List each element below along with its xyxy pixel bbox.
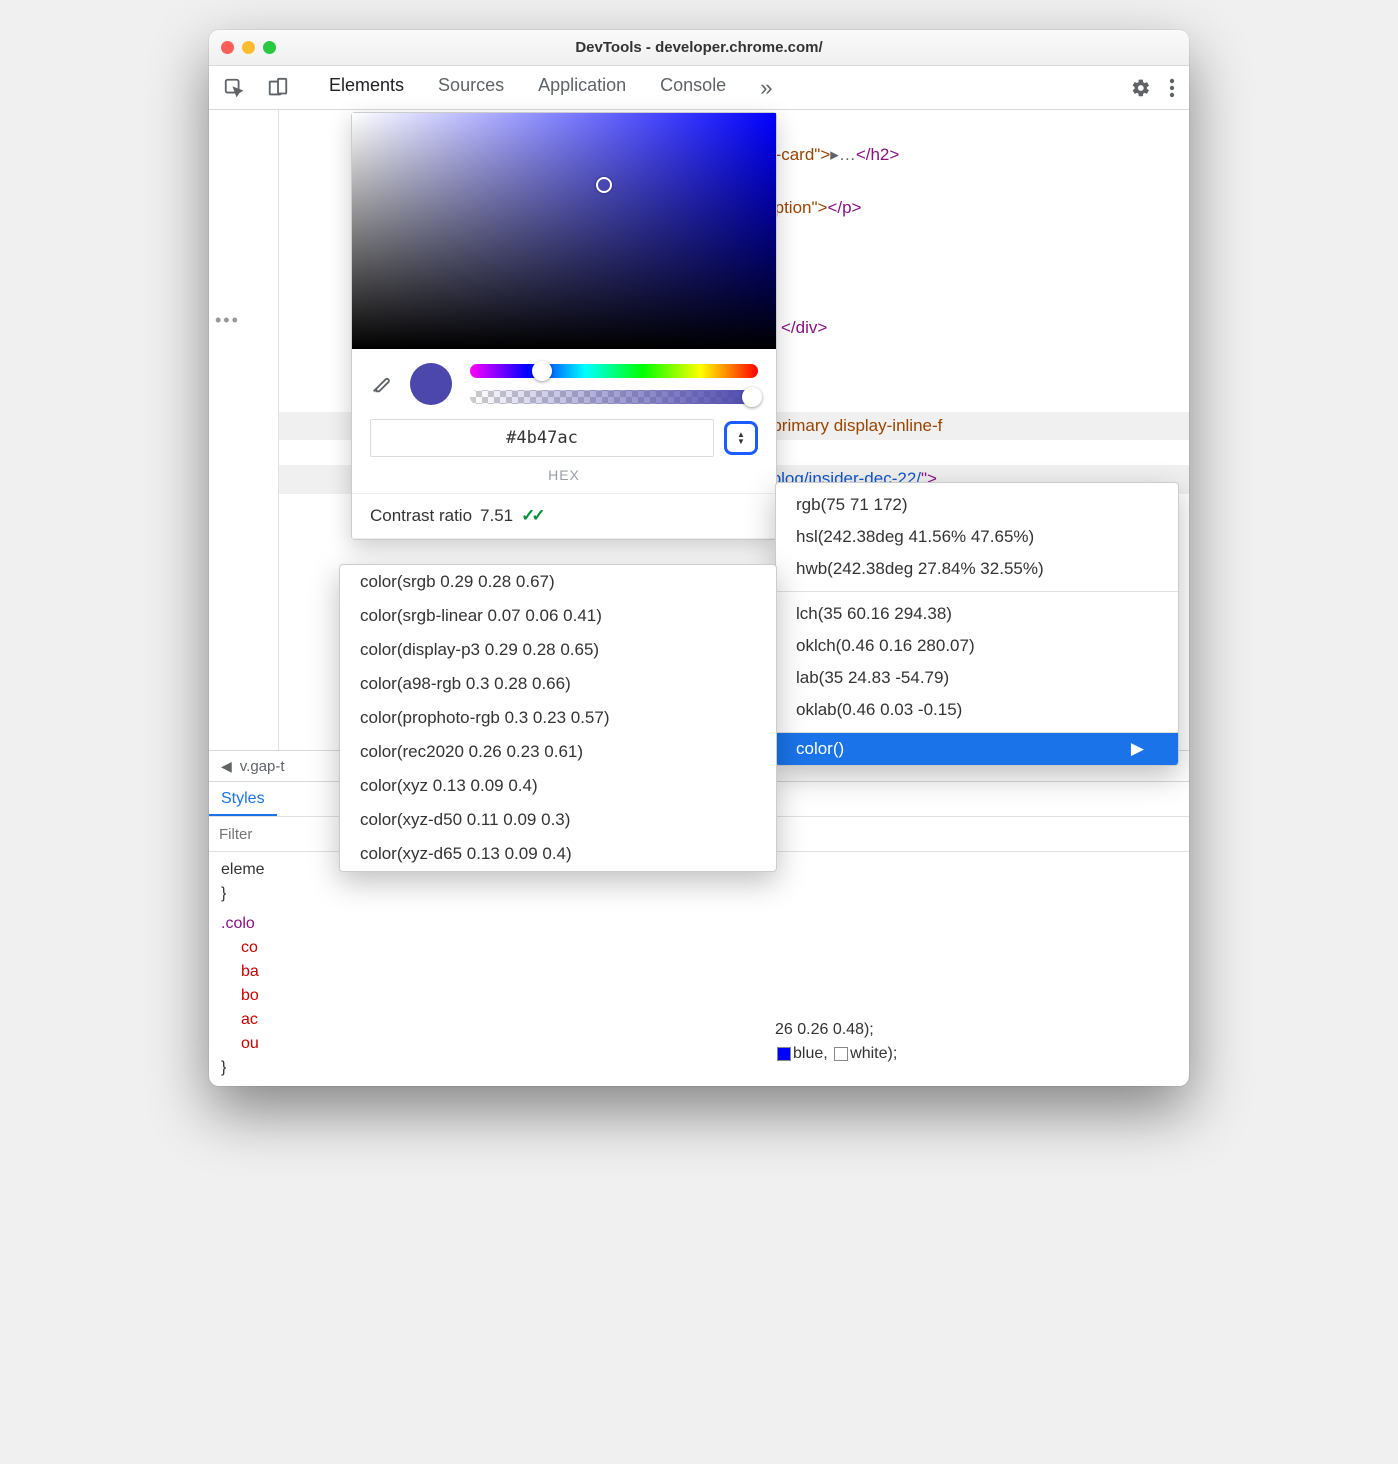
css-property[interactable]: ba — [241, 960, 1177, 984]
format-option[interactable]: lch(35 60.16 294.38) — [776, 598, 1178, 630]
submenu-option[interactable]: color(srgb-linear 0.07 0.06 0.41) — [340, 599, 776, 633]
hue-thumb[interactable] — [532, 361, 552, 381]
submenu-option[interactable]: color(rec2020 0.26 0.23 0.61) — [340, 735, 776, 769]
contrast-value: 7.51 — [480, 506, 513, 526]
submenu-option[interactable]: color(prophoto-rgb 0.3 0.23 0.57) — [340, 701, 776, 735]
format-option-selected[interactable]: color() ▶ — [776, 733, 1178, 765]
color-picker-popup: ▲ ▼ HEX Contrast ratio 7.51 ✓✓ — [351, 112, 777, 540]
css-value: 26 0.26 0.48); — [775, 1021, 874, 1038]
format-option[interactable]: lab(35 24.83 -54.79) — [776, 662, 1178, 694]
styles-filter-input[interactable] — [219, 826, 319, 843]
kebab-menu-icon[interactable] — [1169, 78, 1175, 98]
submenu-option[interactable]: color(xyz 0.13 0.09 0.4) — [340, 769, 776, 803]
css-property[interactable]: bo — [241, 984, 1177, 1008]
rule-selector: .colo — [221, 915, 255, 932]
pass-check-icon: ✓✓ — [521, 506, 542, 526]
titlebar: DevTools - developer.chrome.com/ — [209, 30, 1189, 66]
code-text: … — [839, 145, 856, 164]
css-property[interactable]: ac — [241, 1008, 1177, 1032]
chevron-right-icon: ▶ — [1131, 739, 1144, 759]
settings-icon[interactable] — [1131, 78, 1151, 98]
format-option[interactable]: oklab(0.46 0.03 -0.15) — [776, 694, 1178, 726]
tab-sources[interactable]: Sources — [438, 75, 504, 101]
color-format-stepper[interactable]: ▲ ▼ — [724, 421, 758, 455]
contrast-label: Contrast ratio — [370, 506, 472, 526]
submenu-option[interactable]: color(a98-rgb 0.3 0.28 0.66) — [340, 667, 776, 701]
inspect-element-icon[interactable] — [223, 77, 245, 99]
tab-elements[interactable]: Elements — [329, 75, 404, 101]
devtools-toolbar: Elements Sources Application Console » — [209, 66, 1189, 110]
css-value: ); — [888, 1045, 898, 1062]
rule-selector: eleme — [221, 861, 265, 878]
close-window-button[interactable] — [221, 41, 234, 54]
saturation-value-field[interactable] — [352, 113, 776, 349]
submenu-option[interactable]: color(xyz-d50 0.11 0.09 0.3) — [340, 803, 776, 837]
minimize-window-button[interactable] — [242, 41, 255, 54]
current-color-swatch — [410, 363, 452, 405]
code-text: </h2> — [856, 145, 900, 164]
hex-format-label: HEX — [352, 467, 776, 494]
format-option[interactable]: hsl(242.38deg 41.56% 47.65%) — [776, 521, 1178, 553]
devtools-window: DevTools - developer.chrome.com/ Element… — [209, 30, 1189, 1086]
device-toolbar-icon[interactable] — [267, 77, 289, 99]
chevron-down-icon: ▼ — [737, 438, 745, 445]
hex-input[interactable] — [370, 419, 714, 457]
sv-cursor[interactable] — [596, 177, 612, 193]
panel-tabs: Elements Sources Application Console » — [329, 75, 772, 101]
more-tabs-button[interactable]: » — [760, 75, 772, 101]
chevron-left-icon[interactable]: ◀ — [221, 758, 232, 775]
contrast-row[interactable]: Contrast ratio 7.51 ✓✓ — [352, 494, 776, 539]
gutter: ••• — [209, 110, 279, 750]
code-text: </p> — [827, 198, 861, 217]
eyedropper-icon[interactable] — [370, 373, 392, 395]
color-swatch-icon[interactable] — [777, 1047, 791, 1061]
format-option[interactable]: oklch(0.46 0.16 280.07) — [776, 630, 1178, 662]
format-option[interactable]: hwb(242.38deg 27.84% 32.55%) — [776, 553, 1178, 585]
color-swatch-icon[interactable] — [834, 1047, 848, 1061]
tab-console[interactable]: Console — [660, 75, 726, 101]
css-property[interactable]: co — [241, 936, 1177, 960]
tab-styles[interactable]: Styles — [209, 784, 277, 816]
format-option-label: color() — [796, 739, 844, 759]
breadcrumb-item[interactable]: v.gap-t — [240, 758, 285, 775]
zoom-window-button[interactable] — [263, 41, 276, 54]
css-value: white — [850, 1045, 887, 1062]
css-value: blue — [793, 1045, 823, 1062]
styles-pane[interactable]: eleme } .colo co ba bo ac ou } 26 0.26 0… — [209, 852, 1189, 1086]
brace: } — [221, 1059, 226, 1076]
submenu-option[interactable]: color(srgb 0.29 0.28 0.67) — [340, 565, 776, 599]
hue-slider[interactable] — [470, 364, 758, 378]
color-format-menu: rgb(75 71 172) hsl(242.38deg 41.56% 47.6… — [775, 482, 1179, 766]
code-text: </div> — [781, 318, 827, 337]
format-option[interactable]: rgb(75 71 172) — [776, 489, 1178, 521]
alpha-slider[interactable] — [470, 390, 758, 404]
window-controls — [221, 41, 276, 54]
color-function-submenu: color(srgb 0.29 0.28 0.67) color(srgb-li… — [339, 564, 777, 872]
alpha-thumb[interactable] — [742, 387, 762, 407]
brace: } — [221, 885, 226, 902]
code-text: r-primary display-inline-f — [761, 416, 942, 435]
tab-application[interactable]: Application — [538, 75, 626, 101]
submenu-option[interactable]: color(display-p3 0.29 0.28 0.65) — [340, 633, 776, 667]
context-ellipsis-icon[interactable]: ••• — [215, 310, 240, 331]
css-property[interactable]: ou — [241, 1032, 1177, 1056]
window-title: DevTools - developer.chrome.com/ — [209, 39, 1189, 56]
submenu-option[interactable]: color(xyz-d65 0.13 0.09 0.4) — [340, 837, 776, 871]
